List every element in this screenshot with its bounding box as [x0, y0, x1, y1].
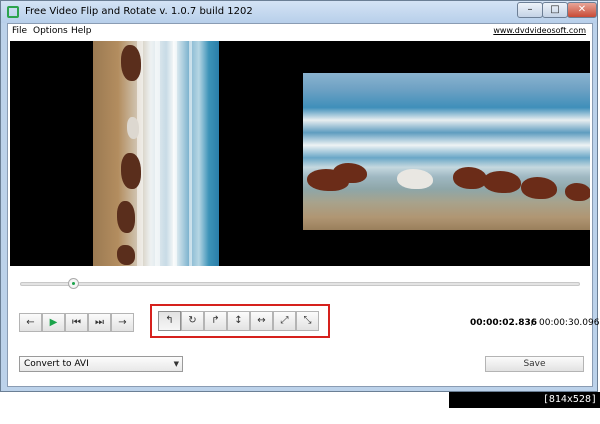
menu-options[interactable]: Options: [33, 26, 68, 36]
menu-help[interactable]: Help: [71, 26, 92, 36]
website-link[interactable]: www.dvdvideosoft.com: [493, 26, 586, 35]
menu-bar: File Options Help www.dvdvideosoft.com: [8, 24, 592, 39]
horse-silhouette: [521, 177, 557, 199]
minimize-button[interactable]: –: [517, 2, 543, 18]
app-window: Free Video Flip and Rotate v. 1.0.7 buil…: [0, 0, 599, 392]
prev-frame-button[interactable]: ←: [19, 313, 42, 332]
seek-thumb[interactable]: [68, 278, 79, 289]
seek-bar[interactable]: [20, 282, 580, 286]
horse-silhouette: [397, 169, 433, 189]
horse-silhouette: [117, 201, 135, 233]
output-format-select[interactable]: Convert to AVI ▼: [19, 356, 183, 372]
app-icon: [7, 6, 19, 18]
client-area: File Options Help www.dvdvideosoft.com ←…: [7, 23, 599, 387]
flip-vertical-button[interactable]: ↕: [227, 311, 250, 331]
time-separator: /: [531, 318, 535, 328]
horse-silhouette: [565, 183, 590, 201]
flip-horizontal-button[interactable]: ↔: [250, 311, 273, 331]
maximize-button[interactable]: □: [542, 2, 568, 18]
window-title: Free Video Flip and Rotate v. 1.0.7 buil…: [25, 6, 253, 17]
save-button[interactable]: Save: [485, 356, 584, 372]
menu-file[interactable]: File: [12, 26, 27, 36]
horse-silhouette: [483, 171, 521, 193]
horse-silhouette: [121, 45, 141, 81]
total-time: 00:00:30.096: [539, 318, 600, 328]
rotate-180-button[interactable]: ↻: [181, 311, 204, 331]
transpose-button[interactable]: ⤢: [273, 311, 296, 331]
horse-silhouette: [453, 167, 487, 189]
close-button[interactable]: ✕: [567, 2, 597, 18]
rotate-right-button[interactable]: ↱: [204, 311, 227, 331]
horse-silhouette: [333, 163, 367, 183]
horse-silhouette: [127, 117, 139, 139]
original-preview-frame: [303, 73, 590, 230]
skip-start-button[interactable]: ⏮: [65, 313, 88, 332]
chevron-down-icon[interactable]: ▼: [174, 357, 179, 371]
title-bar[interactable]: Free Video Flip and Rotate v. 1.0.7 buil…: [1, 1, 597, 23]
skip-end-button[interactable]: ⏭: [88, 313, 111, 332]
horse-silhouette: [117, 245, 135, 265]
horse-silhouette: [121, 153, 141, 189]
transverse-button[interactable]: ⤡: [296, 311, 319, 331]
next-frame-button[interactable]: →: [111, 313, 134, 332]
image-watermark: [814x528] https://upic.me/: [449, 392, 600, 421]
play-button[interactable]: ▶: [42, 313, 65, 332]
current-time: 00:00:02.836: [470, 318, 537, 328]
video-preview-area: [10, 41, 590, 266]
output-format-value: Convert to AVI: [24, 359, 89, 369]
rotate-left-button[interactable]: ↰: [158, 311, 181, 331]
rotated-preview-frame: [93, 41, 219, 266]
